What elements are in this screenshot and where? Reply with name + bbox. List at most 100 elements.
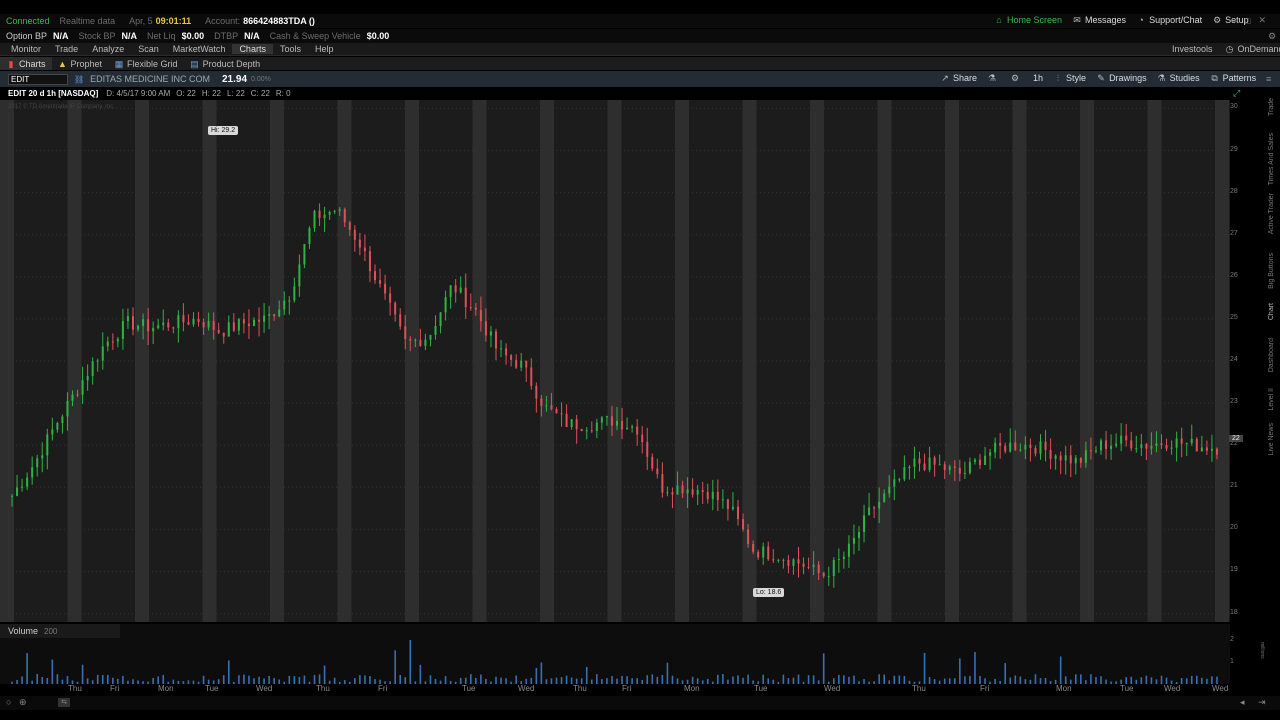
menu-item-analyze[interactable]: Analyze [85,44,131,54]
symbol-input[interactable] [8,73,68,85]
close-icon[interactable]: ✕ [1258,15,1266,26]
timeframe-button[interactable]: 1h [1033,73,1043,83]
candle-body [207,321,210,328]
candle-body [147,319,150,332]
session-stripe [0,100,14,622]
bottom-controls: ○ ⊕ ⇆ ◂ ⇥ [0,696,1280,710]
candle-body [348,222,351,230]
candle-body [374,271,376,281]
messages-button[interactable]: ✉ Messages [1072,15,1126,25]
side-tab-dashboard[interactable]: Dashboard [1268,338,1275,372]
candle-body [167,322,170,328]
volume-bar [621,675,623,684]
menu-icon[interactable]: ≡ [1266,74,1271,84]
share-button[interactable]: ↗ Share [940,73,977,83]
tab-prophet[interactable]: ▲ Prophet [52,59,109,69]
scroll-left-icon[interactable]: ◂ [1240,697,1245,708]
candle-body [847,543,850,557]
investools-link[interactable]: Investools [1172,44,1213,54]
volume-bar [66,676,69,684]
chart-title: EDIT 20 d 1h [NASDAQ] [8,89,99,98]
zoom-out-icon[interactable]: ○ [6,697,11,707]
candle-body [1094,450,1097,452]
candle-body [837,558,840,561]
candle-body [565,413,568,427]
menu-item-help[interactable]: Help [308,44,341,54]
candle-body [61,416,64,424]
tab-charts[interactable]: ▮ Charts [0,57,52,70]
patterns-button[interactable]: ⧉ Patterns [1210,73,1256,83]
candle-body [16,487,19,496]
candle-body [560,413,563,415]
tab-product-depth[interactable]: ▤ Product Depth [184,59,267,69]
side-tab-times-and-sales[interactable]: Times And Sales [1268,133,1275,185]
connection-status: Connected [6,16,50,26]
candle-body [379,280,382,284]
menu-item-monitor[interactable]: Monitor [4,44,48,54]
candle-body [263,315,266,322]
candle-body [157,325,160,329]
menu-item-charts[interactable]: Charts [232,44,273,54]
tab-flexible-grid[interactable]: ▦ Flexible Grid [108,59,184,69]
candle-body [747,529,750,544]
volume-bar [626,676,628,684]
support-chat-button[interactable]: ◔ Support/Chat [1136,15,1202,25]
candle-body [232,322,235,331]
gear-icon: ⚙ [1213,15,1222,25]
candle-body [1069,455,1072,464]
account-value[interactable]: 866424883TDA () [243,16,315,26]
side-tab-big-buttons[interactable]: Big Buttons [1268,253,1275,289]
home-screen-button[interactable]: ⌂ Home Screen [994,15,1062,25]
side-tab-level-ii[interactable]: Level II [1268,388,1275,411]
menu-item-trade[interactable]: Trade [48,44,85,54]
candle-body [96,360,99,362]
candle-body [444,297,447,313]
price-chart[interactable]: 2017 © TD Ameritrade IP Company, Inc. Hi… [0,100,1230,622]
volume-pane[interactable] [0,624,1230,684]
flask-button[interactable]: ⚗ [987,73,1000,83]
volume-bar [303,675,306,684]
volume-bar [661,674,664,684]
maximize-icon[interactable]: □ [1245,16,1250,26]
link-icon[interactable]: ⛓ [74,75,84,84]
menu-item-tools[interactable]: Tools [273,44,308,54]
expand-icon[interactable]: ⤢ [1233,88,1240,99]
minimize-icon[interactable]: – [1232,16,1237,26]
settings-gear-icon[interactable]: ⚙ [1268,31,1276,42]
candle-body [1120,435,1123,444]
zoom-in-icon[interactable]: ⊕ [19,697,27,708]
studies-button[interactable]: ⚗ Studies [1157,73,1200,83]
time-tick: Fri [378,684,388,693]
side-tab-chart[interactable]: Chart [1268,303,1275,320]
chart-settings-button[interactable]: ⚙ [1010,73,1023,83]
scroll-right-icon[interactable]: ⇥ [1258,697,1266,708]
stock-bp-value: N/A [121,31,138,41]
candle-body [792,559,795,566]
volume-bar [923,652,926,684]
ondemand-button[interactable]: ◷ OnDemand [1225,44,1280,54]
scroll-toggle-icon[interactable]: ⇆ [58,698,70,707]
volume-bar [495,676,497,684]
net-liq-value: $0.00 [181,31,205,41]
candle-body [903,467,906,480]
candle-body [631,426,634,428]
drawings-button[interactable]: ✎ Drawings [1096,73,1146,83]
volume-bar [480,674,482,684]
menu-item-scan[interactable]: Scan [131,44,166,54]
candle-body [449,285,452,298]
candle-body [525,360,528,368]
candle-body [590,430,593,432]
chart-info-bar: EDIT 20 d 1h [NASDAQ] D: 4/5/17 9:00 AM … [0,88,1280,99]
side-tab-live-news[interactable]: Live News [1268,423,1275,455]
candle-body [787,559,790,566]
menu-item-marketwatch[interactable]: MarketWatch [166,44,233,54]
volume-bar [227,660,230,684]
bar-range: R: 0 [275,89,291,98]
side-tab-trade[interactable]: Trade [1268,98,1275,116]
candle-body [842,556,845,559]
candle-body [1084,450,1087,463]
envelope-icon: ✉ [1073,15,1081,25]
side-tab-active-trader[interactable]: Active Trader [1268,193,1275,234]
candle-body [918,458,921,464]
style-button[interactable]: ⫶ Style [1053,73,1086,83]
